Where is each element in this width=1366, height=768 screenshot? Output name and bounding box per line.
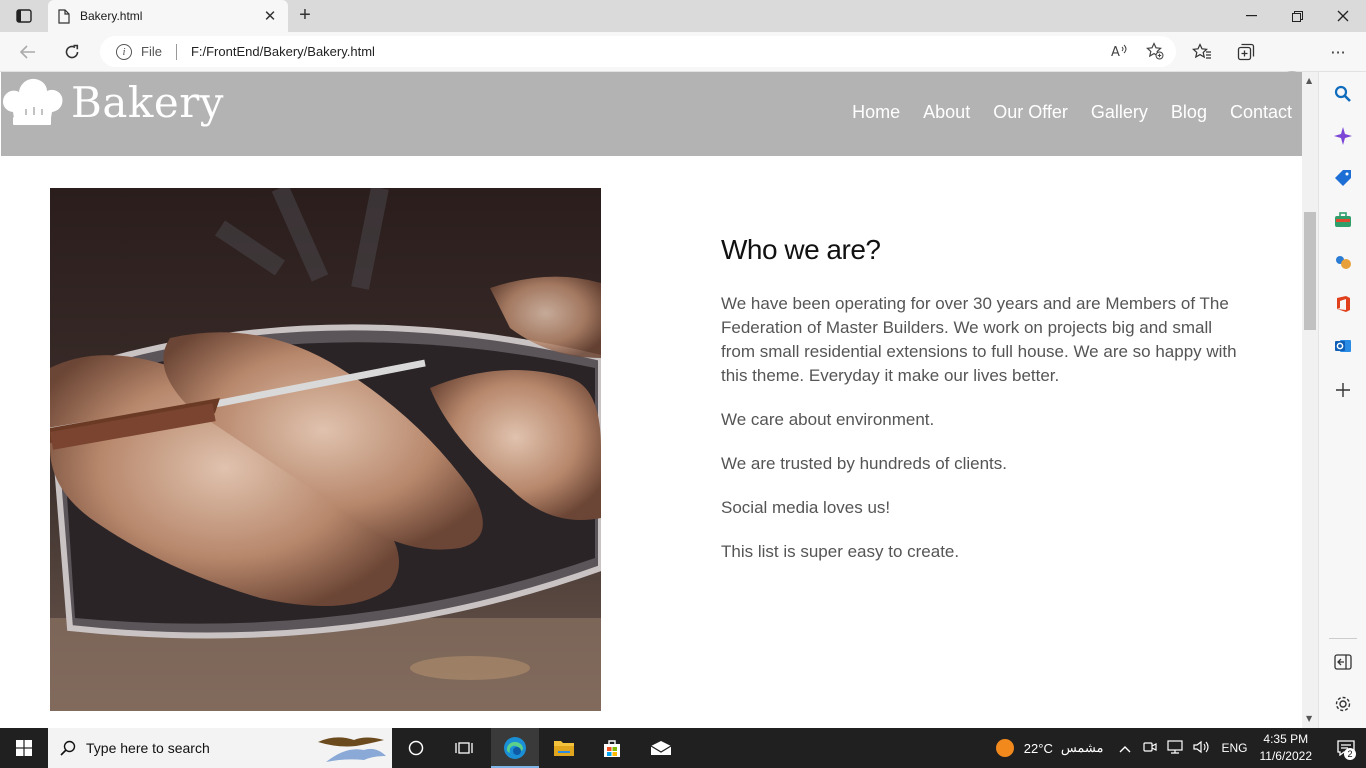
read-aloud-icon[interactable]: A — [1110, 42, 1128, 60]
search-icon — [60, 740, 76, 756]
sidebar-divider — [1329, 638, 1357, 639]
info-icon[interactable]: i — [116, 43, 132, 60]
about-point: This list is super easy to create. — [721, 542, 960, 561]
address-url[interactable]: F:/FrontEnd/Bakery/Bakery.html — [191, 44, 375, 59]
address-scheme: File — [141, 44, 162, 59]
task-view-circle-icon[interactable] — [392, 728, 440, 768]
scroll-thumb[interactable] — [1304, 212, 1316, 330]
task-view-icon[interactable] — [440, 728, 488, 768]
about-point: We care about environment. — [721, 410, 935, 429]
show-hidden-icons-chevron-icon[interactable] — [1119, 741, 1131, 756]
browser-tab[interactable]: Bakery.html ✕ — [48, 0, 288, 32]
shopping-tag-icon[interactable] — [1333, 168, 1353, 188]
tab-close-icon[interactable]: ✕ — [262, 7, 278, 25]
microsoft-store-icon[interactable] — [588, 728, 636, 768]
tab-title: Bakery.html — [80, 9, 143, 23]
settings-gear-icon[interactable] — [1333, 694, 1353, 714]
volume-icon[interactable] — [1193, 740, 1210, 757]
mail-icon[interactable] — [637, 728, 685, 768]
notification-center-button[interactable]: 2 — [1326, 728, 1366, 768]
tab-strip: Bakery.html ✕ + — [0, 0, 1366, 32]
address-bar[interactable]: i File F:/FrontEnd/Bakery/Bakery.html A — [100, 36, 1176, 67]
svg-text:A: A — [1111, 45, 1120, 60]
main-nav: Home About Our Offer Gallery Blog Contac… — [852, 102, 1302, 123]
back-arrow-icon[interactable] — [16, 40, 40, 64]
nav-contact[interactable]: Contact — [1230, 102, 1292, 123]
hide-sidebar-icon[interactable] — [1333, 652, 1353, 672]
network-icon[interactable] — [1167, 739, 1184, 757]
restore-button[interactable] — [1274, 0, 1320, 32]
page-viewport: Bakery Home About Our Offer Gallery Blog… — [0, 72, 1302, 728]
system-tray: 22°C مشمس ENG 4:35 PM 11/6/2022 2 — [995, 728, 1366, 768]
outlook-icon[interactable] — [1333, 336, 1353, 356]
windows-taskbar: Type here to search 22°C مشمس ENG 4:35 P… — [0, 728, 1366, 768]
edge-sidebar — [1318, 72, 1366, 728]
notification-count-badge: 2 — [1344, 748, 1356, 760]
weather-sun-icon[interactable] — [995, 739, 1014, 757]
weather-condition[interactable]: مشمس — [1061, 740, 1104, 756]
language-indicator[interactable]: ENG — [1221, 741, 1247, 755]
nav-blog[interactable]: Blog — [1171, 102, 1207, 123]
site-logo[interactable]: Bakery — [1, 72, 224, 132]
new-tab-button[interactable]: + — [294, 5, 316, 27]
site-header: Bakery Home About Our Offer Gallery Blog… — [1, 72, 1302, 156]
tab-actions-menu-icon[interactable] — [8, 6, 40, 26]
nav-gallery[interactable]: Gallery — [1091, 102, 1148, 123]
search-placeholder: Type here to search — [86, 740, 210, 756]
add-favorite-icon[interactable] — [1146, 42, 1164, 60]
document-icon — [58, 8, 70, 24]
about-heading: Who we are? — [721, 234, 881, 265]
favorites-icon[interactable] — [1190, 40, 1214, 64]
clock-date: 11/6/2022 — [1259, 749, 1313, 763]
minimize-button[interactable] — [1228, 0, 1274, 32]
scroll-up-arrow-icon[interactable]: ▲ — [1306, 76, 1312, 85]
logo-text: Bakery — [71, 77, 225, 127]
collections-icon[interactable] — [1234, 40, 1258, 64]
office-icon[interactable] — [1333, 294, 1353, 314]
nav-home[interactable]: Home — [852, 102, 900, 123]
copilot-sparkle-icon[interactable] — [1333, 126, 1353, 146]
address-actions: A — [1110, 42, 1164, 60]
address-separator — [175, 43, 177, 60]
close-window-button[interactable] — [1320, 0, 1366, 32]
search-icon[interactable] — [1333, 84, 1353, 104]
add-sidebar-app-icon[interactable] — [1333, 380, 1353, 400]
file-explorer-icon[interactable] — [540, 728, 588, 768]
games-icon[interactable] — [1333, 252, 1353, 272]
meet-now-icon[interactable] — [1143, 740, 1158, 757]
browser-toolbar: i File F:/FrontEnd/Bakery/Bakery.html A … — [0, 32, 1366, 95]
about-intro: We have been operating for over 30 years… — [721, 294, 1237, 385]
tools-icon[interactable] — [1333, 210, 1353, 230]
about-section: Who we are? We have been operating for o… — [721, 234, 1241, 584]
windows-logo-icon — [16, 740, 32, 756]
start-button[interactable] — [0, 728, 48, 768]
scroll-down-arrow-icon[interactable]: ▼ — [1306, 714, 1312, 723]
clock[interactable]: 4:35 PM 11/6/2022 — [1260, 731, 1313, 765]
weather-temperature[interactable]: 22°C — [1024, 741, 1053, 756]
edge-taskbar-icon[interactable] — [491, 728, 539, 768]
more-menu-icon[interactable]: ··· — [1326, 40, 1350, 64]
clock-time: 4:35 PM — [1263, 732, 1309, 746]
refresh-icon[interactable] — [60, 40, 84, 64]
nav-about[interactable]: About — [923, 102, 970, 123]
nav-our-offer[interactable]: Our Offer — [993, 102, 1068, 123]
taskbar-search-box[interactable]: Type here to search — [48, 728, 392, 768]
page-scrollbar[interactable]: ▲ ▼ — [1302, 72, 1318, 728]
about-point: Social media loves us! — [721, 498, 891, 517]
bread-photo — [50, 188, 601, 711]
search-highlight-eagle-icon — [318, 737, 386, 762]
about-point: We are trusted by hundreds of clients. — [721, 454, 1008, 473]
chef-hat-icon — [3, 78, 63, 125]
